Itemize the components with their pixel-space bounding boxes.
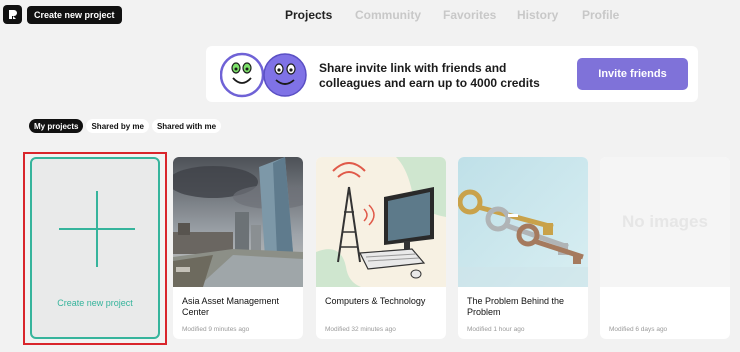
nav-projects[interactable]: Projects [285, 8, 332, 22]
keys-image [458, 157, 588, 287]
modified-time: Modified 1 hour ago [467, 326, 525, 333]
filter-shared-with-me[interactable]: Shared with me [151, 119, 222, 133]
modified-time: Modified 6 days ago [609, 326, 668, 333]
project-title: The Problem Behind the Problem [467, 296, 565, 317]
invite-text-line-1: Share invite link with friends and [319, 61, 507, 75]
project-filters: My projects Shared by me Shared with me [29, 119, 222, 133]
smiley-faces-illustration [220, 52, 307, 98]
filter-shared-by-me[interactable]: Shared by me [86, 119, 149, 133]
invite-friends-button[interactable]: Invite friends [577, 58, 688, 90]
create-project-label: Create new project [57, 298, 133, 308]
modified-time: Modified 9 minutes ago [182, 326, 250, 333]
nav-community[interactable]: Community [355, 8, 421, 22]
project-card-problem[interactable]: The Problem Behind the Problem Modified … [458, 157, 588, 339]
modified-time: Modified 32 minutes ago [325, 326, 396, 333]
invite-text-line-2: colleagues and earn up to 4000 credits [319, 76, 540, 90]
plus-icon-bar [59, 228, 135, 230]
filter-my-projects[interactable]: My projects [29, 119, 84, 133]
nav-history[interactable]: History [517, 8, 558, 22]
invite-text: Share invite link with friends and colle… [319, 61, 559, 91]
no-images-placeholder: No images [600, 157, 730, 287]
computer-tower-illustration [316, 157, 446, 287]
project-card-computers[interactable]: Computers & Technology Modified 32 minut… [316, 157, 446, 339]
city-skyline-image [173, 157, 303, 287]
project-card-asia-asset[interactable]: Asia Asset Management Center Modified 9 … [173, 157, 303, 339]
nav-favorites[interactable]: Favorites [443, 8, 496, 22]
project-card-untitled[interactable]: No images Modified 6 days ago [600, 157, 730, 339]
invite-banner: Share invite link with friends and colle… [206, 46, 698, 102]
nav-profile[interactable]: Profile [582, 8, 619, 22]
project-title: Computers & Technology [325, 296, 426, 306]
main-nav: Projects Community Favorites History Pro… [0, 8, 740, 24]
project-title: Asia Asset Management Center [182, 296, 280, 317]
create-project-card[interactable]: Create new project [30, 157, 160, 339]
